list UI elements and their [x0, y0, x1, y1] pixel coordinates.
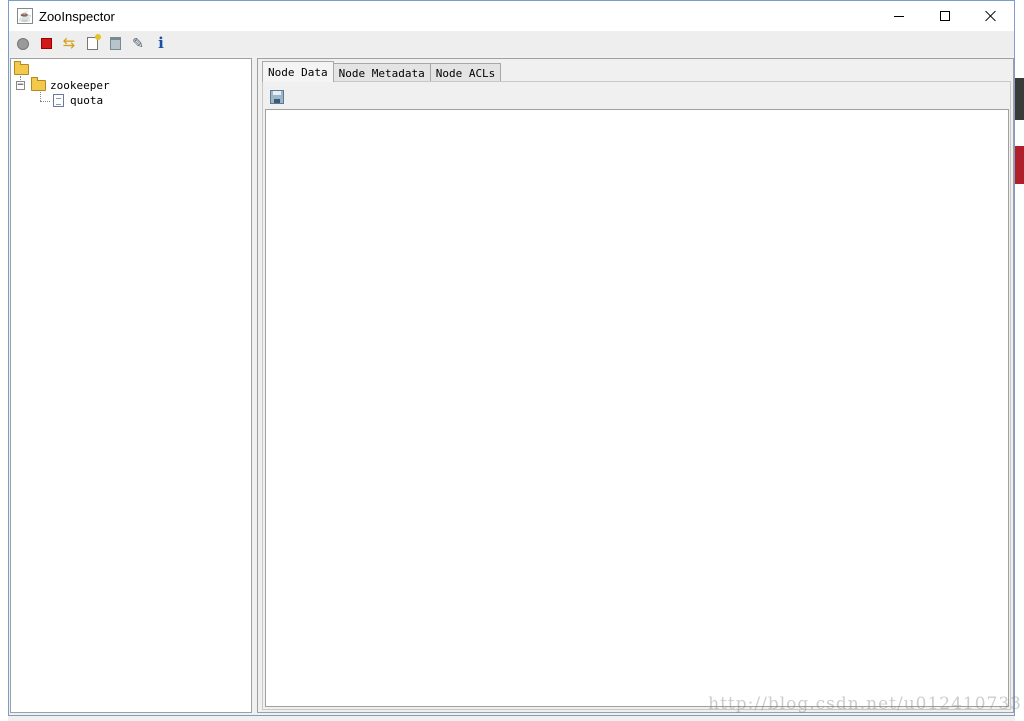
save-icon	[270, 90, 284, 104]
background-page-dark-band	[1015, 78, 1024, 120]
tree-node-label: quota	[70, 94, 104, 107]
java-app-icon: ☕	[17, 8, 33, 24]
delete-icon	[109, 37, 121, 50]
tree-node-quota[interactable]: quota	[53, 94, 103, 107]
toolbar: ⇆ ✎ i	[9, 31, 1014, 56]
disconnect-icon	[40, 38, 52, 49]
close-button[interactable]	[968, 1, 1014, 31]
window-title: ZooInspector	[39, 8, 115, 24]
refresh-icon: ⇆	[62, 34, 76, 52]
maximize-icon	[940, 11, 950, 21]
file-icon	[53, 94, 64, 107]
background-page-red-band	[1015, 146, 1024, 184]
settings-button[interactable]: ✎	[128, 34, 148, 54]
connect-button[interactable]	[13, 34, 33, 54]
save-button[interactable]	[269, 89, 285, 105]
close-icon	[985, 10, 997, 22]
viewer-tabs: Node Data Node Metadata Node ACLs	[262, 61, 502, 82]
tab-node-metadata[interactable]: Node Metadata	[332, 63, 431, 82]
info-icon: i	[158, 34, 164, 52]
about-button[interactable]: i	[151, 34, 171, 54]
zooinspector-window: ☕ ZooInspector ⇆ ✎ i − zookeeper quota N…	[8, 0, 1015, 716]
watermark: http://blog.csdn.net/u012410733	[708, 694, 1022, 714]
tab-node-acls[interactable]: Node ACLs	[429, 63, 502, 82]
tab-node-data[interactable]: Node Data	[262, 61, 334, 82]
node-data-tab-content	[262, 81, 1011, 710]
folder-open-icon	[31, 77, 46, 91]
refresh-button[interactable]: ⇆	[59, 34, 79, 54]
tree-connector	[40, 101, 50, 102]
title-bar[interactable]: ☕ ZooInspector	[9, 1, 1014, 31]
delete-node-button[interactable]	[105, 34, 125, 54]
settings-icon: ✎	[132, 35, 144, 52]
background-page-left	[0, 0, 8, 721]
collapse-toggle-icon[interactable]: −	[16, 81, 25, 90]
tree-root[interactable]	[14, 61, 29, 75]
disconnect-button[interactable]	[36, 34, 56, 54]
folder-open-icon	[14, 61, 29, 75]
minimize-button[interactable]	[876, 1, 922, 31]
tree-node-label: zookeeper	[50, 79, 110, 92]
add-node-icon	[86, 34, 101, 50]
window-controls	[876, 1, 1014, 31]
minimize-icon	[894, 15, 904, 17]
tree-node-zookeeper[interactable]: − zookeeper	[16, 77, 110, 92]
node-viewer-panel: Node Data Node Metadata Node ACLs	[257, 58, 1014, 713]
node-tree[interactable]: − zookeeper quota	[10, 58, 252, 713]
add-node-button[interactable]	[82, 34, 102, 54]
connect-icon	[17, 37, 29, 50]
maximize-button[interactable]	[922, 1, 968, 31]
node-data-textarea[interactable]	[265, 109, 1009, 707]
